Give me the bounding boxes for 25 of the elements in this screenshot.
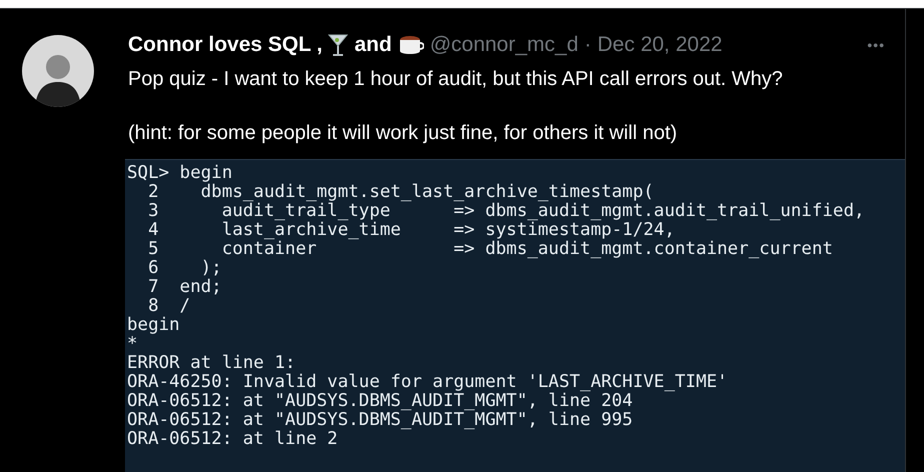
- tweet-text: Pop quiz - I want to keep 1 hour of audit, but this API call errors out. Why?: [128, 67, 784, 92]
- terminal-line: begin: [127, 316, 180, 335]
- terminal-line: 4 last_archive_time => systimestamp-1/24,: [147, 221, 675, 240]
- mug-icon: [398, 34, 424, 56]
- tweet-date[interactable]: Dec 20, 2022: [597, 31, 722, 59]
- author-name-conjunction[interactable]: and: [354, 31, 392, 59]
- terminal-line: 2 dbms_audit_mgmt.set_last_archive_timestamp(: [147, 183, 654, 202]
- terminal-line: ORA-06512: at line 2: [127, 430, 338, 449]
- terminal-line: ORA-06512: at "AUDSYS.DBMS_AUDIT_MGMT", line 995: [127, 411, 633, 430]
- terminal-line: ORA-06512: at "AUDSYS.DBMS_AUDIT_MGMT", line 204: [127, 392, 633, 411]
- more-options-button[interactable]: •••: [867, 31, 885, 59]
- author-handle[interactable]: @connor_mc_d: [430, 31, 578, 59]
- terminal-line: 8 /: [147, 297, 190, 316]
- terminal-line: ORA-46250: Invalid value for argument 'LAST_ARCHIVE_TIME': [127, 373, 728, 392]
- terminal-line: *: [127, 335, 138, 354]
- terminal-line: SQL> begin: [127, 164, 232, 183]
- terminal-line: 5 container => dbms_audit_mgmt.container_current: [147, 240, 833, 259]
- terminal-line: ERROR at line 1:: [127, 354, 296, 373]
- terminal-line: 3 audit_trail_type => dbms_audit_mgmt.audit_trail_unified,: [147, 202, 865, 221]
- separator-dot: ·: [584, 32, 592, 58]
- tweet-text: (hint: for some people it will work just fine, for others it will not): [128, 121, 678, 146]
- terminal-line: 7 end;: [147, 278, 222, 297]
- terminal-line: 6 );: [147, 259, 222, 278]
- cocktail-glass-icon: [328, 33, 348, 57]
- author-name[interactable]: Connor loves SQL ,: [128, 31, 322, 59]
